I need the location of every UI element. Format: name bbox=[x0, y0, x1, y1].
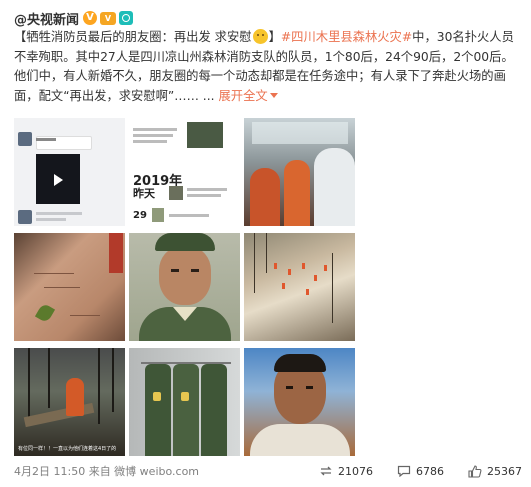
video-thumbnail bbox=[36, 154, 80, 204]
image-hillside-firefighters[interactable] bbox=[244, 233, 355, 341]
image-selfie[interactable] bbox=[244, 348, 355, 456]
shirt bbox=[250, 424, 350, 456]
post-footer: 4月2日 11:50 来自 微博 weibo.com 21076 6786 25… bbox=[14, 461, 522, 481]
tree-trunk bbox=[28, 348, 30, 418]
window-light bbox=[252, 122, 348, 144]
firefighter-figure bbox=[314, 148, 355, 226]
firefighter-figure bbox=[282, 283, 285, 289]
image-soldier-portrait[interactable] bbox=[129, 233, 240, 341]
firefighter-figure bbox=[274, 263, 277, 269]
moment-text-line bbox=[187, 194, 221, 197]
face bbox=[159, 247, 211, 305]
uniform bbox=[145, 364, 171, 456]
image-wardrobe-uniforms[interactable] bbox=[129, 348, 240, 456]
image-burnt-forest[interactable]: 有位同一样！！一直以为他们连着这4日了的 bbox=[14, 348, 125, 456]
comment-button[interactable]: 6786 bbox=[397, 465, 444, 478]
action-bar: 21076 6786 25367 bbox=[295, 461, 522, 481]
tree-trunk bbox=[266, 233, 267, 273]
image-chat-screenshot[interactable] bbox=[14, 118, 125, 226]
image-caption: 有位同一样！！一直以为他们连着这4日了的 bbox=[18, 446, 117, 452]
post-header: @央视新闻 V V bbox=[14, 9, 134, 28]
tree-trunk bbox=[254, 233, 255, 293]
firefighter-figure bbox=[324, 265, 327, 271]
repost-button[interactable]: 21076 bbox=[319, 465, 373, 478]
moment-text-line bbox=[133, 128, 177, 131]
image-moments-2019[interactable]: 2019年 昨天 29 bbox=[129, 118, 240, 226]
firefighter-figure bbox=[284, 160, 310, 226]
tree-trunk bbox=[98, 348, 100, 424]
verified-badge-icon: V bbox=[83, 11, 98, 25]
post-meta: 4月2日 11:50 来自 微博 weibo.com bbox=[14, 465, 200, 478]
skin-crease bbox=[34, 273, 74, 274]
image-grid: 2019年 昨天 29 有位同一样！！一直以为他们连着这4日了的 bbox=[14, 118, 356, 456]
day-label: 29 bbox=[133, 210, 147, 221]
hair bbox=[274, 354, 326, 372]
uniform bbox=[201, 364, 227, 456]
image-truck-interior[interactable] bbox=[244, 118, 355, 226]
post-text-part2: 】 bbox=[268, 30, 281, 44]
post-text-part1: 【牺牲消防员最后的朋友圈：再出发 求安慰 bbox=[14, 30, 252, 44]
cap bbox=[155, 233, 215, 251]
comment-icon bbox=[397, 465, 411, 477]
moment-photo bbox=[187, 122, 223, 148]
image-hands[interactable] bbox=[14, 233, 125, 341]
moment-text-line bbox=[187, 188, 227, 191]
topic-link[interactable]: #四川木里县森林火灾# bbox=[281, 30, 412, 44]
expand-label: 展开全文 bbox=[218, 88, 268, 103]
firefighter-figure bbox=[306, 289, 309, 295]
moment-text-line bbox=[133, 140, 167, 143]
like-button[interactable]: 25367 bbox=[468, 465, 522, 478]
moment-text-line bbox=[133, 134, 173, 137]
moment-photo bbox=[169, 186, 183, 200]
channel-badge-icon bbox=[119, 11, 134, 25]
firefighter-figure bbox=[66, 378, 84, 416]
skin-crease bbox=[44, 287, 80, 288]
repost-count: 21076 bbox=[338, 464, 373, 478]
firefighter-figure bbox=[250, 168, 280, 226]
sad-emoji-icon bbox=[252, 29, 268, 44]
eye bbox=[171, 269, 179, 272]
tree-trunk bbox=[112, 348, 114, 412]
like-count: 25367 bbox=[487, 464, 522, 478]
weibo-post: @央视新闻 V V 【牺牲消防员最后的朋友圈：再出发 求安慰 】#四川木里县森林火… bbox=[0, 0, 531, 487]
author-name[interactable]: @央视新闻 bbox=[14, 9, 79, 28]
tree-trunk bbox=[332, 253, 333, 323]
leaf bbox=[34, 302, 56, 324]
eye bbox=[191, 269, 199, 272]
vip-badge-icon: V bbox=[100, 11, 117, 25]
repost-icon bbox=[320, 466, 332, 476]
avatar bbox=[18, 132, 32, 146]
sleeve bbox=[109, 233, 123, 273]
comment-count: 6786 bbox=[416, 464, 444, 478]
chat-name-text bbox=[36, 138, 56, 141]
thumbs-up-icon bbox=[468, 464, 482, 478]
chat-text-line bbox=[36, 212, 82, 215]
badge-patch bbox=[153, 392, 161, 401]
chat-text-line bbox=[36, 218, 66, 221]
eye bbox=[306, 386, 313, 389]
skin-crease bbox=[70, 315, 100, 316]
expand-full-text-link[interactable]: 展开全文 bbox=[215, 89, 278, 103]
moment-photo bbox=[152, 208, 164, 222]
post-text: 【牺牲消防员最后的朋友圈：再出发 求安慰 】#四川木里县森林火灾#中，30名扑火人… bbox=[14, 28, 522, 106]
badge-patch bbox=[181, 392, 189, 401]
firefighter-figure bbox=[314, 275, 317, 281]
uniform bbox=[173, 364, 199, 456]
eye bbox=[286, 386, 293, 389]
avatar bbox=[18, 210, 32, 224]
moment-text-line bbox=[169, 214, 209, 217]
chevron-down-icon bbox=[269, 92, 278, 98]
firefighter-figure bbox=[288, 269, 291, 275]
firefighter-figure bbox=[302, 263, 305, 269]
tree-trunk bbox=[48, 348, 50, 408]
yesterday-label: 昨天 bbox=[133, 187, 155, 200]
